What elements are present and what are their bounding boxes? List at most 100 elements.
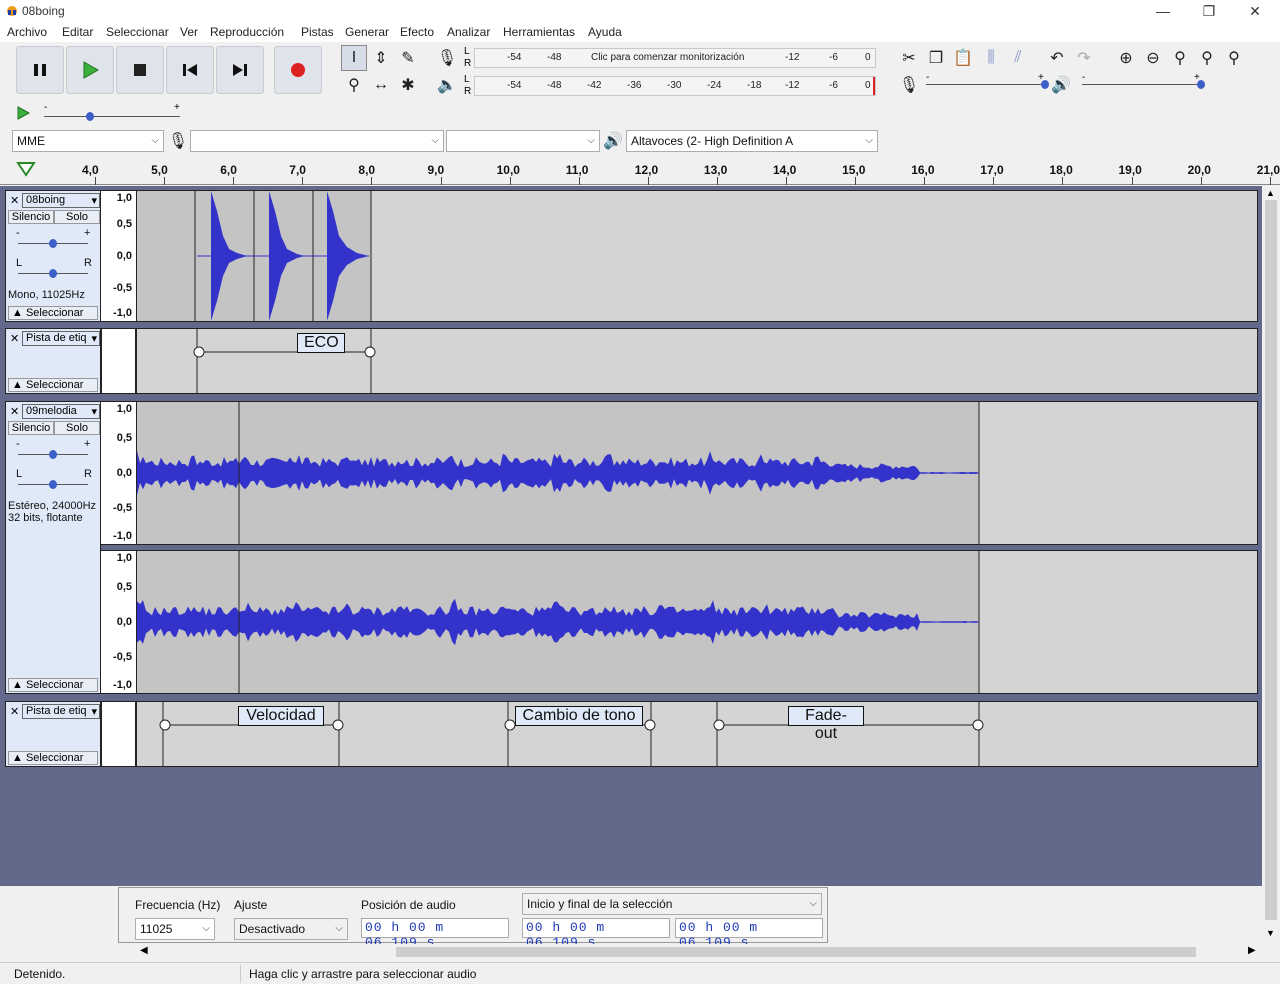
draw-tool[interactable]: ✎ (395, 45, 421, 71)
scroll-up-icon[interactable]: ▲ (1266, 188, 1275, 198)
record-button[interactable] (274, 46, 322, 94)
selection-end-time[interactable]: 00 h 00 m 06.109 s (675, 918, 823, 950)
scroll-down-icon[interactable]: ▼ (1266, 928, 1275, 938)
fit-project-button[interactable]: ⚲ (1194, 45, 1220, 71)
track-name-menu[interactable]: 08boing ▾ (22, 193, 100, 208)
record-volume-slider[interactable] (926, 80, 1049, 90)
vertical-scrollbar[interactable]: ▲ ▼ (1262, 186, 1280, 944)
label-fade-out[interactable]: Fade-out (788, 706, 864, 742)
cut-button[interactable]: ✂ (896, 45, 922, 71)
pause-button[interactable] (16, 46, 64, 94)
close-track-icon[interactable]: ✕ (10, 705, 19, 718)
play-meter[interactable]: -54 -48 -42 -36 -30 -24 -18 -12 -6 0 (474, 76, 876, 96)
copy-button[interactable]: ❐ (923, 45, 949, 71)
undo-button[interactable]: ↶ (1044, 45, 1070, 71)
amplitude-scale[interactable]: 1,0 0,5 0,0 -0,5 -1,0 (101, 550, 136, 694)
label-eco[interactable]: ECO (297, 333, 345, 353)
record-meter[interactable]: -54 -48 Clic para comenzar monitorizació… (474, 48, 876, 68)
amplitude-scale[interactable]: 1,0 0,5 0,0 -0,5 -1,0 (101, 190, 136, 322)
play-at-speed-button[interactable] (10, 100, 36, 126)
menu-ver[interactable]: Ver (180, 25, 198, 39)
scroll-right-icon[interactable]: ▶ (1248, 945, 1256, 956)
menu-seleccionar[interactable]: Seleccionar (106, 25, 169, 39)
record-meter-button[interactable]: 🎙 (434, 45, 460, 71)
menu-analizar[interactable]: Analizar (447, 25, 490, 39)
paste-button[interactable]: 📋 (950, 45, 976, 71)
gain-slider[interactable] (18, 239, 88, 249)
solo-button[interactable]: Solo (54, 421, 100, 435)
gain-max-label: + (84, 438, 91, 450)
scroll-thumb[interactable] (1265, 200, 1277, 920)
close-track-icon[interactable]: ✕ (10, 405, 19, 418)
menu-generar[interactable]: Generar (345, 25, 389, 39)
mute-button[interactable]: Silencio (8, 421, 54, 435)
waveform-09melodia-right[interactable] (136, 550, 1258, 694)
menu-bar: Archivo Editar Seleccionar Ver Reproducc… (0, 22, 1280, 42)
waveform-08boing[interactable] (136, 190, 1258, 322)
label-track-area[interactable]: ECO (136, 328, 1258, 394)
snap-select[interactable]: Desactivado ⌵ (234, 918, 348, 940)
label-velocidad[interactable]: Velocidad (238, 706, 324, 726)
maximize-button[interactable]: ❐ (1186, 0, 1232, 22)
play-button[interactable] (66, 46, 114, 94)
track-name-menu[interactable]: 09melodia ▾ (22, 404, 100, 419)
close-track-icon[interactable]: ✕ (10, 332, 19, 345)
track-name-menu[interactable]: Pista de etiq ▾ (22, 331, 100, 346)
select-track-button[interactable]: ▲ Seleccionar (8, 678, 98, 692)
playback-device-select[interactable]: Altavoces (2- High Definition A ⌵ (626, 130, 878, 152)
select-track-button[interactable]: ▲ Seleccionar (8, 378, 98, 392)
audio-host-select[interactable]: MME ⌵ (12, 130, 164, 152)
menu-ayuda[interactable]: Ayuda (588, 25, 622, 39)
stop-button[interactable] (116, 46, 164, 94)
menu-editar[interactable]: Editar (62, 25, 93, 39)
select-track-button[interactable]: ▲ Seleccionar (8, 751, 98, 765)
redo-button[interactable]: ↷ (1071, 45, 1097, 71)
skip-start-button[interactable] (166, 46, 214, 94)
zoom-out-button[interactable]: ⊖ (1140, 45, 1166, 71)
zoom-tool[interactable]: ⚲ (341, 72, 367, 98)
menu-herramientas[interactable]: Herramientas (503, 25, 575, 39)
label-track-area[interactable]: Velocidad Cambio de tono Fade-out (136, 701, 1258, 767)
timeshift-tool[interactable]: ↔ (368, 72, 394, 98)
label-cambio-de-tono[interactable]: Cambio de tono (515, 706, 643, 726)
mute-button[interactable]: Silencio (8, 210, 54, 224)
amplitude-scale[interactable]: 1,0 0,5 0,0 -0,5 -1,0 (101, 401, 136, 545)
play-volume-slider[interactable] (1082, 80, 1205, 90)
selection-mode-select[interactable]: Inicio y final de la selección ⌵ (522, 893, 822, 915)
play-meter-button[interactable]: 🔈 (434, 72, 460, 98)
skip-end-button[interactable] (216, 46, 264, 94)
channels-select[interactable]: ⌵ (446, 130, 600, 152)
gain-slider[interactable] (18, 450, 88, 460)
close-track-icon[interactable]: ✕ (10, 194, 19, 207)
close-window-button[interactable]: ✕ (1232, 0, 1278, 22)
menu-archivo[interactable]: Archivo (7, 25, 47, 39)
record-device-select[interactable]: ⌵ (190, 130, 444, 152)
pan-slider[interactable] (18, 480, 88, 490)
track-name-menu[interactable]: Pista de etiq ▾ (22, 704, 100, 719)
fit-selection-button[interactable]: ⚲ (1167, 45, 1193, 71)
audio-position-time[interactable]: 00 h 00 m 06.109 s (361, 918, 509, 950)
selection-tool[interactable]: I (341, 45, 367, 71)
menu-efecto[interactable]: Efecto (400, 25, 434, 39)
menu-reproduccion[interactable]: Reproducción (210, 25, 284, 39)
select-track-button[interactable]: ▲ Seleccionar (8, 306, 98, 320)
multi-tool[interactable]: ✱ (395, 72, 421, 98)
timeline-ruler[interactable]: 4,0 5,0 6,0 7,0 8,0 9,0 10,0 11,0 12,0 13,0 14,0 15… (0, 155, 1280, 185)
scroll-thumb[interactable] (396, 947, 1196, 957)
trim-button[interactable]: ⫼ (978, 45, 1004, 71)
pan-slider[interactable] (18, 269, 88, 279)
zoom-in-button[interactable]: ⊕ (1113, 45, 1139, 71)
scroll-left-icon[interactable]: ◀ (140, 945, 148, 956)
project-rate-select[interactable]: 11025 ⌵ (135, 918, 215, 940)
horizontal-scrollbar[interactable]: ◀ ▶ (136, 944, 1262, 960)
silence-button[interactable]: ⫽ (1005, 45, 1031, 71)
zoom-toggle-button[interactable]: ⚲ (1221, 45, 1247, 71)
minimize-button[interactable]: — (1140, 0, 1186, 22)
play-speed-slider[interactable] (44, 112, 180, 122)
selection-start-time[interactable]: 00 h 00 m 06.109 s (522, 918, 670, 950)
waveform-09melodia-left[interactable] (136, 401, 1258, 545)
menu-pistas[interactable]: Pistas (301, 25, 334, 39)
envelope-tool[interactable]: ⇕ (368, 45, 394, 71)
solo-button[interactable]: Solo (54, 210, 100, 224)
meter-r-label: R (464, 86, 472, 97)
